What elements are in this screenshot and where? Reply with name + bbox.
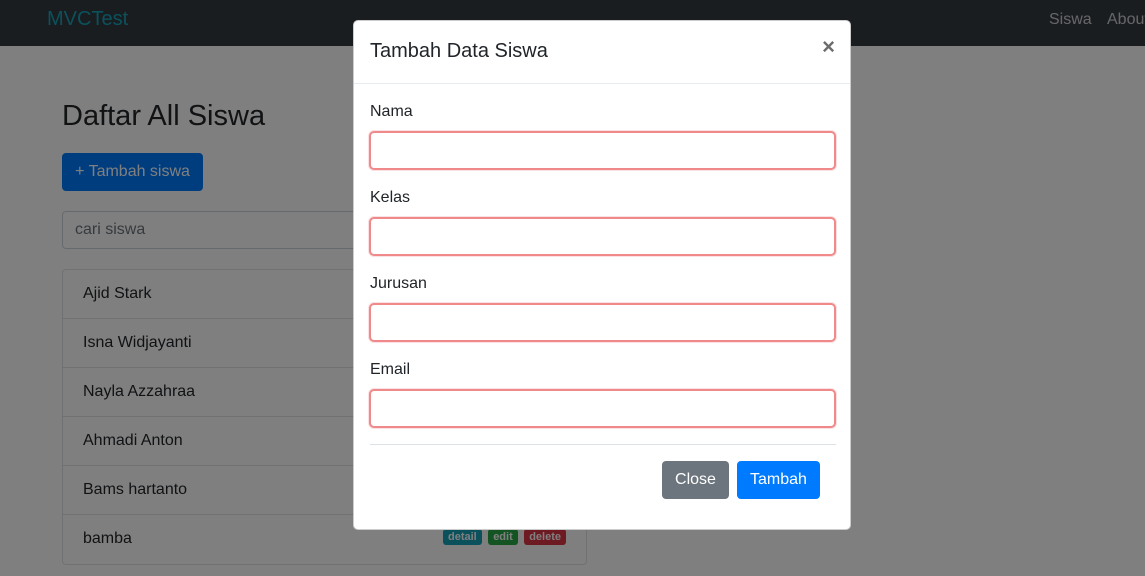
form-divider (370, 444, 836, 445)
jurusan-input[interactable] (369, 303, 836, 342)
close-button[interactable]: Close (662, 461, 729, 499)
jurusan-label: Jurusan (370, 275, 427, 292)
kelas-input[interactable] (369, 217, 836, 256)
modal-header: Tambah Data Siswa × (354, 21, 850, 84)
email-input[interactable] (369, 389, 836, 428)
modal-title: Tambah Data Siswa (370, 40, 548, 62)
submit-button[interactable]: Tambah (737, 461, 820, 499)
close-icon[interactable]: × (822, 35, 835, 59)
email-label: Email (370, 361, 411, 378)
nama-label: Nama (370, 103, 413, 120)
nama-input[interactable] (369, 131, 836, 170)
add-student-modal: Tambah Data Siswa × Nama Kelas Jurusan E… (353, 20, 851, 530)
kelas-label: Kelas (370, 189, 411, 206)
